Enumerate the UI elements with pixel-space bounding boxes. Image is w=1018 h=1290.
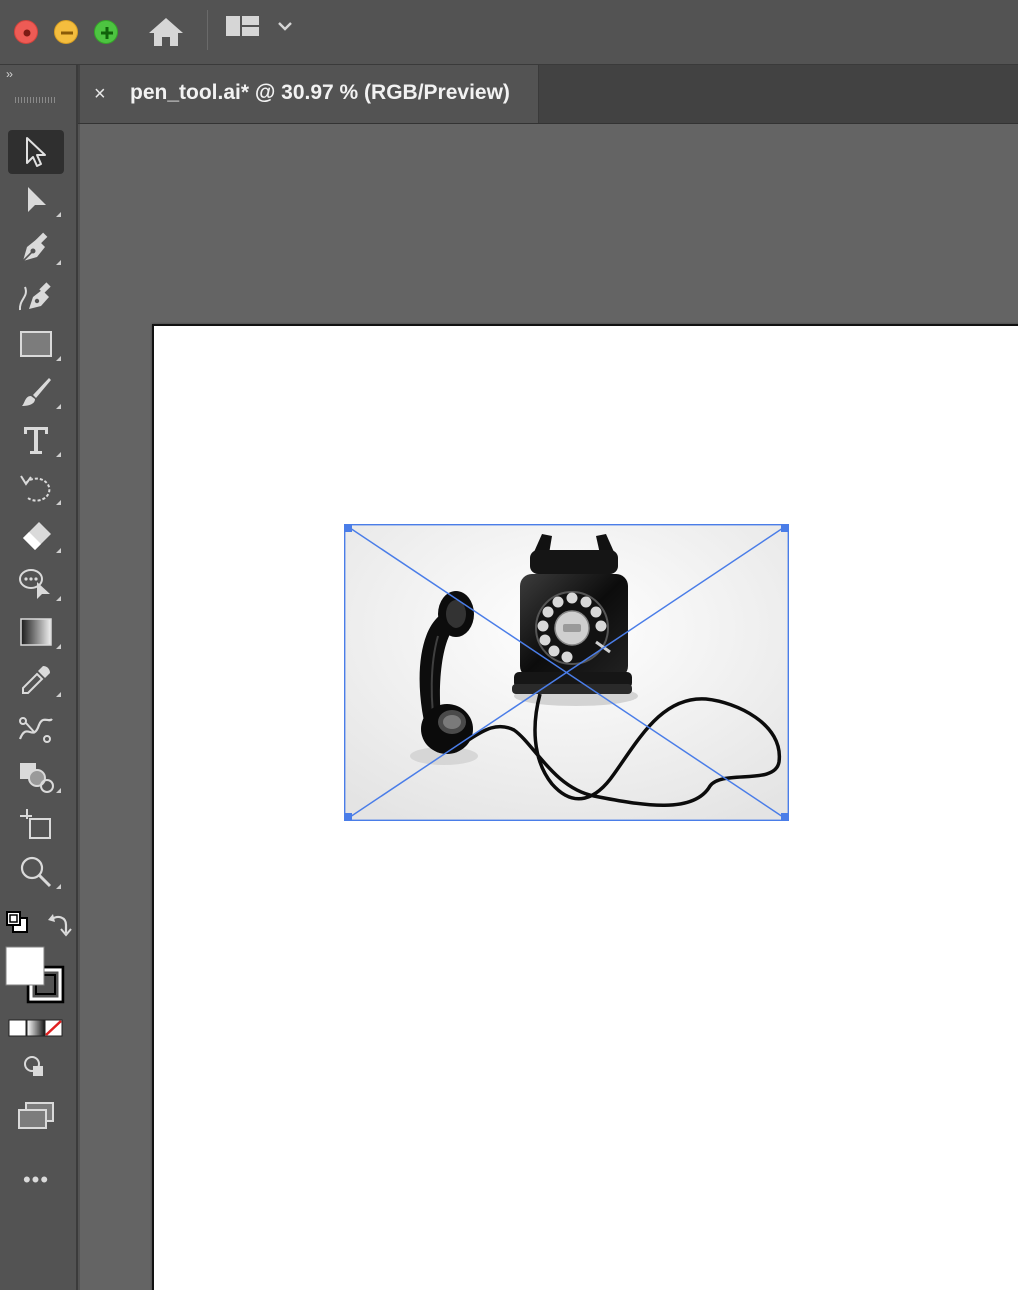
- color-gradient-none-icon: [8, 1019, 63, 1037]
- eraser-tool[interactable]: [8, 514, 64, 558]
- window-minimize-button[interactable]: [54, 20, 78, 44]
- tool-flyout-indicator: [56, 692, 61, 697]
- swap-fill-stroke-button[interactable]: [44, 909, 72, 937]
- close-dot-icon: [23, 29, 31, 37]
- gradient-icon: [20, 618, 52, 646]
- puppet-warp-icon: [19, 569, 50, 599]
- plus-icon: [101, 27, 113, 39]
- tool-flyout-indicator: [56, 500, 61, 505]
- chevron-down-icon: [278, 22, 292, 31]
- minimize-icon: [61, 31, 73, 35]
- window-zoom-button[interactable]: [94, 20, 118, 44]
- draw-mode-button[interactable]: [20, 1053, 50, 1079]
- screen-mode-button[interactable]: [16, 1100, 56, 1130]
- tools-panel: ›› •••: [0, 65, 78, 1290]
- edit-toolbar-button[interactable]: •••: [16, 1165, 56, 1195]
- eraser-icon: [23, 522, 51, 550]
- tool-flyout-indicator: [56, 212, 61, 217]
- direct-selection-tool[interactable]: [8, 178, 64, 222]
- fill-stroke-icon: [5, 946, 65, 1004]
- eyedropper-icon: [22, 666, 50, 694]
- resize-handle-bottom-left[interactable]: [344, 813, 352, 821]
- curvature-tool[interactable]: [8, 274, 64, 318]
- rectangle-tool[interactable]: [8, 322, 64, 366]
- tool-flyout-indicator: [56, 548, 61, 553]
- tool-flyout-indicator: [56, 452, 61, 457]
- document-tab[interactable]: × pen_tool.ai* @ 30.97 % (RGB/Preview): [80, 65, 539, 123]
- swap-arrow-icon: [48, 914, 72, 937]
- toolbar-divider: [207, 10, 208, 50]
- rotate-icon: [20, 475, 51, 502]
- gradient-tool[interactable]: [8, 610, 64, 654]
- rectangle-icon: [20, 331, 52, 357]
- tool-flyout-indicator: [56, 356, 61, 361]
- default-fill-stroke-button[interactable]: [4, 909, 30, 935]
- tool-flyout-indicator: [56, 788, 61, 793]
- panel-grip[interactable]: [15, 97, 55, 103]
- document-tab-title: pen_tool.ai* @ 30.97 % (RGB/Preview): [130, 81, 510, 104]
- type-tool[interactable]: [8, 418, 64, 462]
- zoom-icon: [20, 856, 52, 888]
- shape-builder-icon: [20, 763, 54, 793]
- rotate-tool[interactable]: [8, 466, 64, 510]
- artboard-tool[interactable]: [8, 802, 64, 846]
- tool-flyout-indicator: [56, 260, 61, 265]
- selection-arrow-icon: [26, 137, 46, 167]
- title-bar: [0, 0, 1018, 65]
- resize-handle-bottom-right[interactable]: [781, 813, 789, 821]
- curvature-icon: [18, 282, 51, 311]
- pen-tool[interactable]: [8, 226, 64, 270]
- type-icon: [24, 427, 48, 454]
- pen-icon: [22, 232, 48, 262]
- tool-flyout-indicator: [56, 884, 61, 889]
- default-colors-icon: [6, 911, 28, 933]
- draw-mode-icon: [24, 1056, 43, 1076]
- shape-builder-tool[interactable]: [8, 754, 64, 798]
- zoom-tool[interactable]: [8, 850, 64, 894]
- home-icon: [149, 18, 183, 46]
- resize-handle-top-right[interactable]: [781, 524, 789, 532]
- puppet-warp-tool[interactable]: [8, 562, 64, 606]
- tab-close-button[interactable]: ×: [94, 82, 106, 106]
- document-tab-bar: × pen_tool.ai* @ 30.97 % (RGB/Preview): [78, 65, 1018, 124]
- blend-icon: [18, 717, 53, 743]
- paintbrush-tool[interactable]: [8, 370, 64, 414]
- workspace-switcher-icon: [226, 16, 292, 36]
- window-close-button[interactable]: [14, 20, 38, 44]
- paintbrush-icon: [22, 378, 51, 406]
- tool-flyout-indicator: [56, 644, 61, 649]
- artboard-icon: [20, 809, 51, 839]
- selection-tool[interactable]: [8, 130, 64, 174]
- direct-selection-icon: [28, 187, 46, 212]
- blend-tool[interactable]: [8, 706, 64, 750]
- tool-flyout-indicator: [56, 596, 61, 601]
- eyedropper-tool[interactable]: [8, 658, 64, 702]
- tool-flyout-indicator: [56, 404, 61, 409]
- screen-mode-icon: [18, 1102, 54, 1129]
- fill-stroke-swatches[interactable]: [4, 945, 68, 1007]
- color-mode-buttons[interactable]: [8, 1019, 64, 1037]
- selection-bounding-box[interactable]: [344, 524, 789, 821]
- panel-collapse-button[interactable]: ››: [6, 67, 13, 81]
- home-button[interactable]: [146, 14, 186, 50]
- resize-handle-top-left[interactable]: [344, 524, 352, 532]
- workspace-switcher-button[interactable]: [224, 14, 300, 42]
